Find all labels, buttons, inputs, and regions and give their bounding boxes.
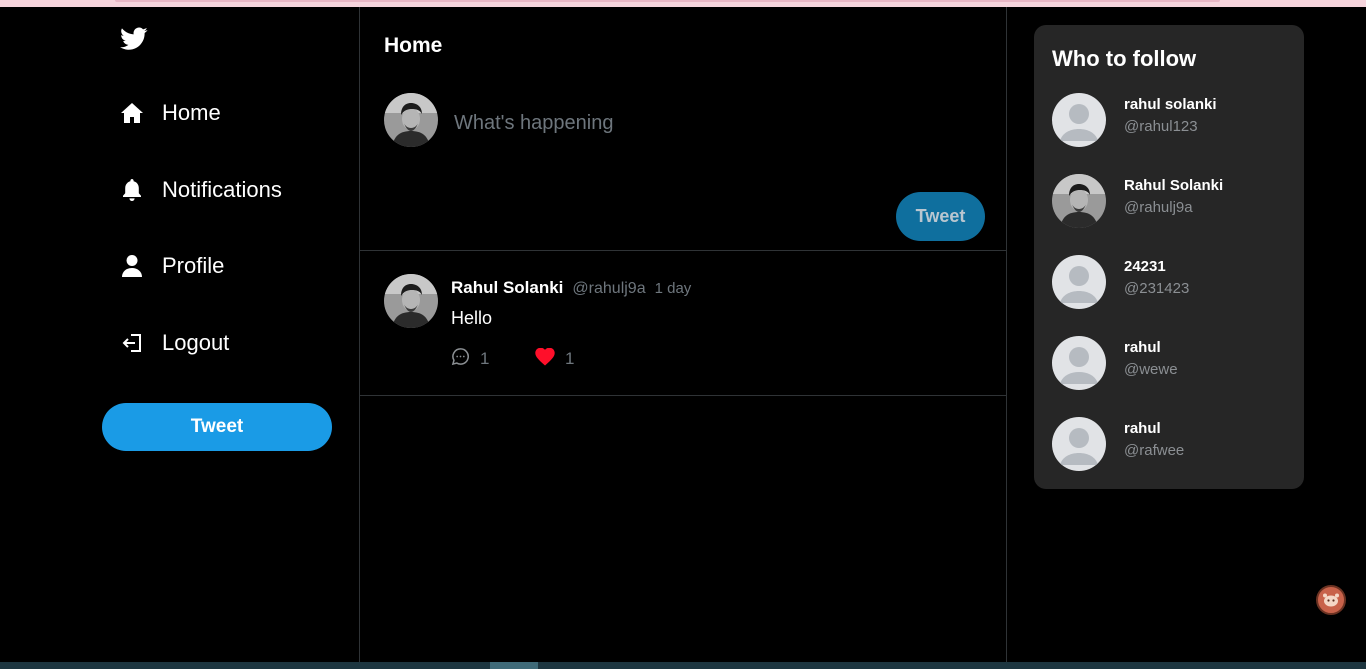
follow-name: rahul bbox=[1124, 420, 1161, 437]
tweet-header: Rahul Solanki @rahulj9a 1 day bbox=[451, 278, 691, 298]
default-avatar-icon bbox=[1052, 93, 1106, 147]
divider bbox=[360, 250, 1006, 251]
twitter-bird-icon[interactable] bbox=[120, 27, 148, 51]
top-strip-inner bbox=[115, 0, 1220, 2]
sidebar-item-profile[interactable]: Profile bbox=[120, 246, 224, 286]
logout-icon bbox=[120, 331, 144, 355]
comment-icon bbox=[451, 347, 470, 371]
follow-suggestion[interactable]: rahul @wewe bbox=[1052, 336, 1292, 391]
follow-handle: @wewe bbox=[1124, 361, 1178, 378]
reply-count: 1 bbox=[480, 349, 490, 368]
follow-name: Rahul Solanki bbox=[1124, 177, 1224, 194]
follow-suggestion[interactable]: rahul solanki @rahul123 bbox=[1052, 93, 1292, 148]
avatar[interactable] bbox=[384, 93, 438, 147]
like-count: 1 bbox=[565, 349, 575, 368]
tweet-author-handle[interactable]: @rahulj9a bbox=[572, 280, 645, 298]
follow-handle: @rahulj9a bbox=[1124, 199, 1193, 216]
follow-name: rahul bbox=[1124, 339, 1161, 356]
tweet-text: Hello bbox=[451, 308, 493, 328]
divider bbox=[360, 395, 1006, 396]
like-button[interactable]: 1 bbox=[535, 347, 575, 371]
follow-handle: @231423 bbox=[1124, 280, 1190, 297]
tweet-timestamp: 1 day bbox=[654, 280, 692, 297]
compose-tweet-button[interactable]: Tweet bbox=[896, 192, 985, 241]
sidebar-item-notifications[interactable]: Notifications bbox=[120, 170, 282, 210]
tweet-actions: 1 1 bbox=[451, 347, 574, 371]
avatar bbox=[1052, 174, 1106, 228]
home-icon bbox=[120, 101, 144, 125]
reply-button[interactable]: 1 bbox=[451, 347, 535, 371]
compose-input[interactable] bbox=[454, 107, 974, 139]
page-title: Home bbox=[384, 34, 443, 57]
follow-handle: @rahul123 bbox=[1124, 118, 1198, 135]
who-to-follow-title: Who to follow bbox=[1052, 46, 1197, 71]
sidebar: Home Notifications Profile Logout Tweet bbox=[0, 7, 359, 662]
sidebar-item-label: Notifications bbox=[162, 177, 282, 202]
follow-suggestion[interactable]: Rahul Solanki @rahulj9a bbox=[1052, 174, 1292, 229]
follow-suggestion[interactable]: rahul @rafwee bbox=[1052, 417, 1292, 472]
follow-name: 24231 bbox=[1124, 258, 1166, 275]
heart-icon bbox=[535, 347, 555, 371]
sidebar-item-label: Home bbox=[162, 100, 221, 125]
follow-handle: @rafwee bbox=[1124, 442, 1185, 459]
who-to-follow-panel: Who to follow rahul solanki @rahul123 Ra… bbox=[1034, 25, 1304, 489]
avatar[interactable] bbox=[384, 274, 438, 328]
horizontal-scrollbar[interactable] bbox=[0, 662, 1366, 669]
tweet-author-name[interactable]: Rahul Solanki bbox=[451, 278, 563, 298]
browser-top-strip bbox=[0, 0, 1366, 7]
scrollbar-thumb[interactable] bbox=[490, 662, 538, 669]
follow-name: rahul solanki bbox=[1124, 96, 1217, 113]
default-avatar-icon bbox=[1052, 417, 1106, 471]
sidebar-item-label: Logout bbox=[162, 330, 230, 355]
sidebar-item-home[interactable]: Home bbox=[120, 93, 221, 133]
main-feed: Home Tweet Rahul Solanki @rahulj9 bbox=[359, 7, 1007, 662]
sidebar-item-label: Profile bbox=[162, 253, 225, 278]
default-avatar-icon bbox=[1052, 255, 1106, 309]
sidebar-item-logout[interactable]: Logout bbox=[120, 323, 229, 363]
bell-icon bbox=[120, 178, 144, 202]
floating-assistant-icon[interactable] bbox=[1316, 585, 1346, 615]
user-icon bbox=[120, 254, 144, 278]
sidebar-tweet-button[interactable]: Tweet bbox=[102, 403, 332, 451]
follow-suggestion[interactable]: 24231 @231423 bbox=[1052, 255, 1292, 310]
default-avatar-icon bbox=[1052, 336, 1106, 390]
